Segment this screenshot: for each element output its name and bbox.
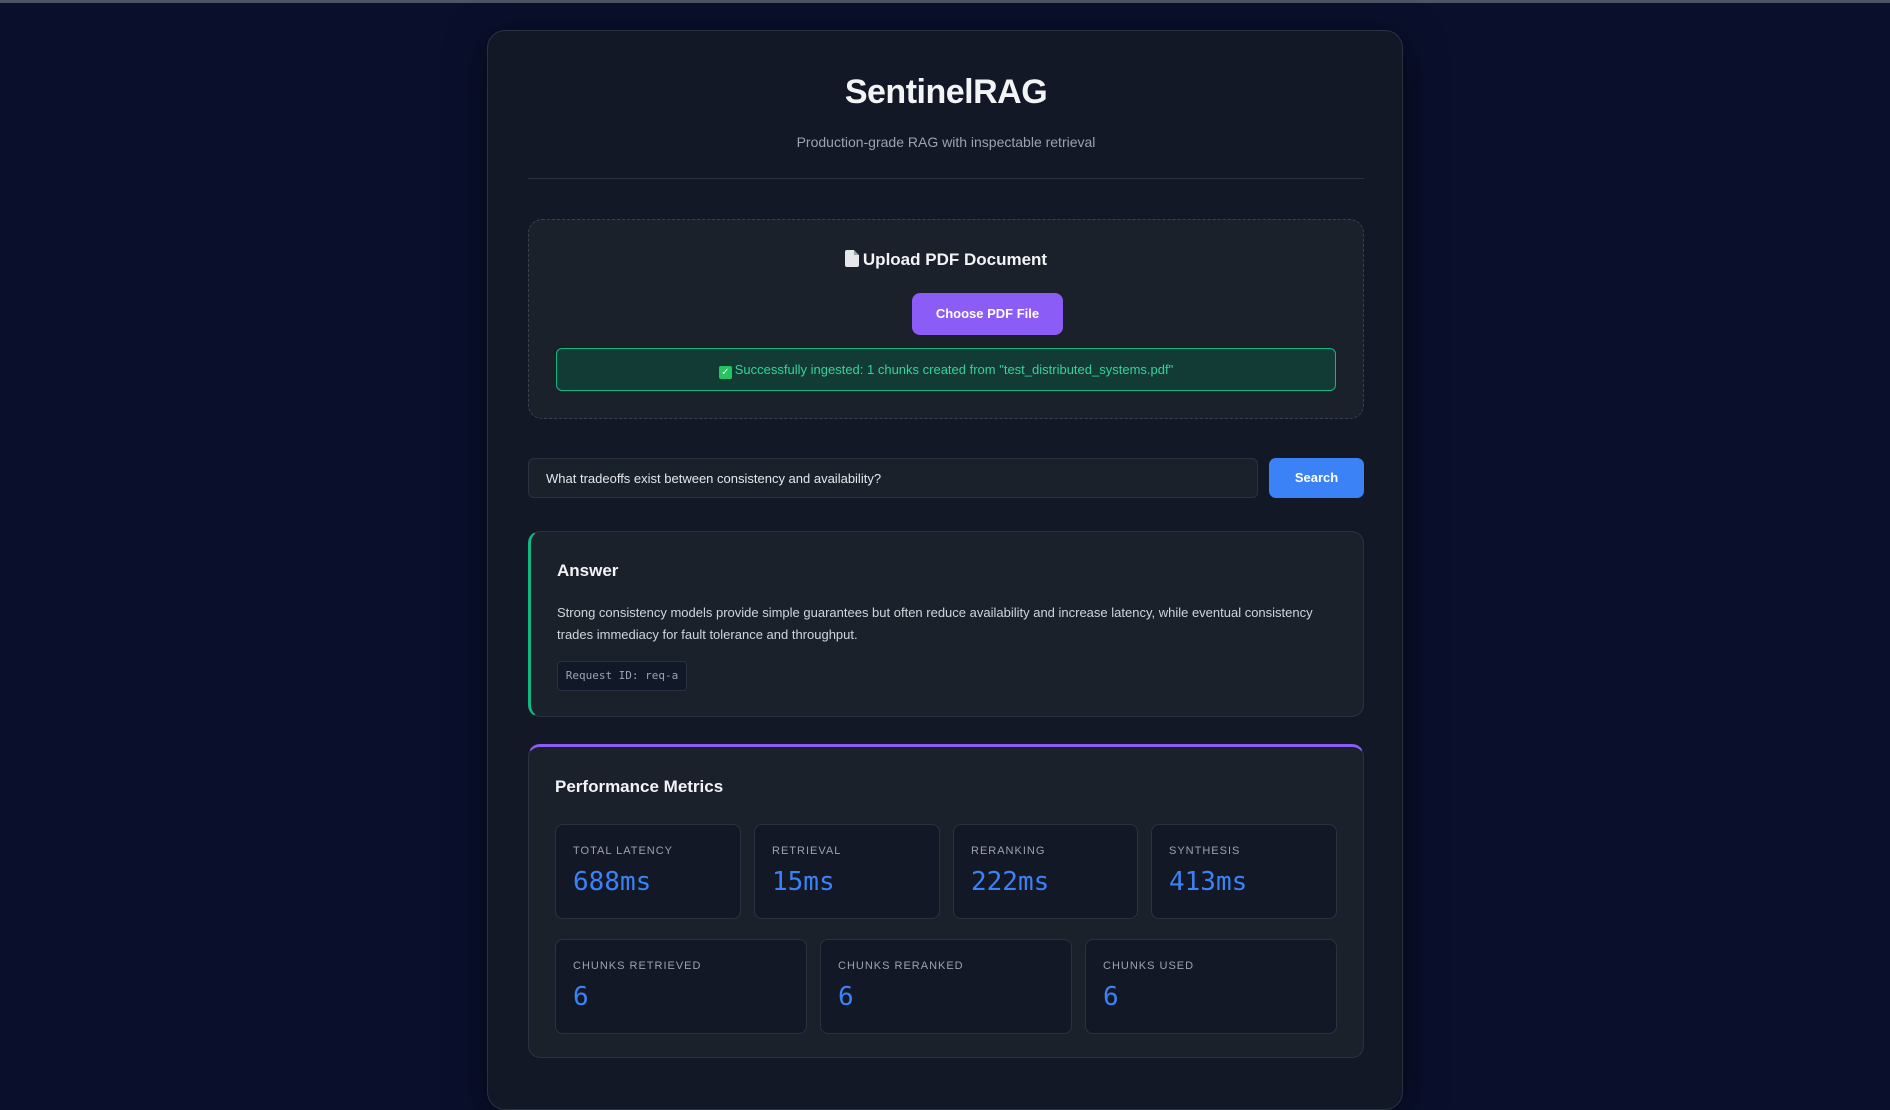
answer-title: Answer <box>557 561 619 580</box>
metric-label: CHUNKS RERANKED <box>838 960 964 972</box>
choose-pdf-button[interactable]: Choose PDF File <box>912 293 1063 335</box>
upload-section: Upload PDF Document Choose PDF File ✓ Suc… <box>528 219 1364 419</box>
metric-label: CHUNKS USED <box>1103 960 1195 972</box>
upload-title-label: Upload PDF Document <box>862 250 1048 269</box>
metric-retrieval: RETRIEVAL 15ms <box>754 824 940 919</box>
search-bar: Search <box>528 458 1364 498</box>
metric-value: 688ms <box>573 867 652 897</box>
metric-value: 222ms <box>971 867 1050 897</box>
metrics-title: Performance Metrics <box>555 777 724 796</box>
main-card: SentinelRAG Production-grade RAG with in… <box>487 30 1403 1110</box>
answer-text: Strong consistency models provide simple… <box>557 605 1313 642</box>
metric-chunks-reranked: CHUNKS RERANKED 6 <box>820 939 1072 1034</box>
metric-label: TOTAL LATENCY <box>573 845 674 857</box>
upload-title: Upload PDF Document <box>529 250 1363 270</box>
search-button[interactable]: Search <box>1269 458 1364 498</box>
search-input[interactable] <box>528 458 1258 498</box>
check-icon: ✓ <box>718 366 732 379</box>
metric-value: 6 <box>1103 982 1119 1012</box>
app-header: SentinelRAG Production-grade RAG with in… <box>528 31 1364 179</box>
metric-value: 413ms <box>1169 867 1248 897</box>
document-icon <box>844 250 859 267</box>
metric-value: 15ms <box>772 867 835 897</box>
app-subtitle: Production-grade RAG with inspectable re… <box>796 134 1096 150</box>
metric-chunks-used: CHUNKS USED 6 <box>1085 939 1337 1034</box>
metric-synthesis: SYNTHESIS 413ms <box>1151 824 1337 919</box>
performance-metrics-panel: Performance Metrics TOTAL LATENCY 688ms … <box>528 744 1364 1058</box>
window-top-border <box>0 0 1890 3</box>
upload-status-text: Successfully ingested: 1 chunks created … <box>734 362 1174 377</box>
metric-chunks-retrieved: CHUNKS RETRIEVED 6 <box>555 939 807 1034</box>
metric-reranking: RERANKING 222ms <box>953 824 1138 919</box>
app-title: SentinelRAG <box>844 73 1048 111</box>
metric-total-latency: TOTAL LATENCY 688ms <box>555 824 741 919</box>
metric-value: 6 <box>838 982 854 1012</box>
answer-panel: Answer Strong consistency models provide… <box>528 531 1364 717</box>
metric-label: RERANKING <box>971 845 1046 857</box>
upload-status-message: ✓ Successfully ingested: 1 chunks created… <box>556 348 1336 391</box>
metric-label: SYNTHESIS <box>1169 845 1241 857</box>
metric-label: CHUNKS RETRIEVED <box>573 960 702 972</box>
request-id-badge: Request ID: req-a <box>557 661 687 691</box>
metric-value: 6 <box>573 982 589 1012</box>
metric-label: RETRIEVAL <box>772 845 842 857</box>
